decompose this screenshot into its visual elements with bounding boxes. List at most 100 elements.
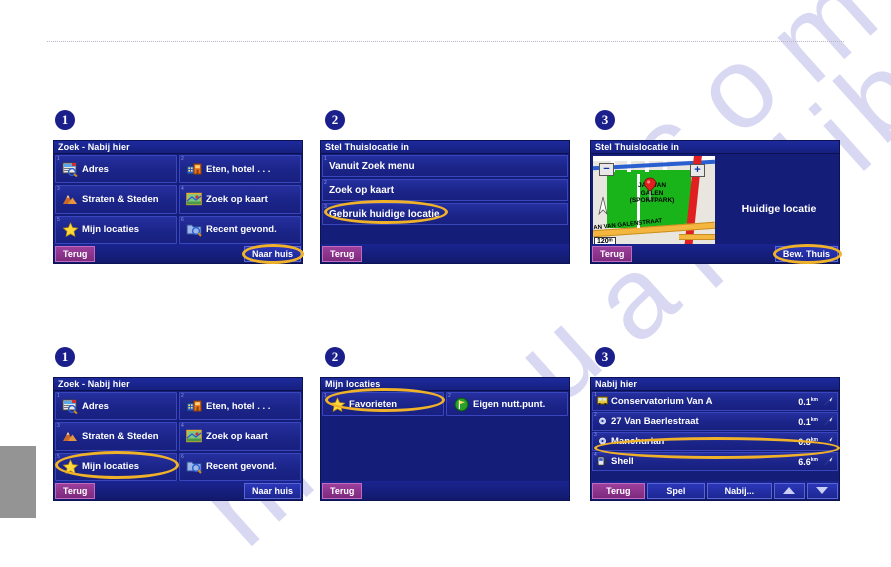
map-search-icon	[186, 429, 203, 444]
poi-name: Shell	[611, 456, 634, 467]
poi-list-item[interactable]: 3 Manchurian 0.8km	[592, 432, 838, 451]
bottom-button-bar: Terug Bew. Thuis	[591, 244, 839, 263]
menu-item-label: Mijn locaties	[82, 224, 140, 236]
save-home-button[interactable]: Bew. Thuis	[774, 245, 838, 262]
zoom-in-button[interactable]: +	[690, 164, 705, 177]
menu-item-eten-hotel[interactable]: 2 Eten, hotel . . .	[179, 155, 301, 184]
screen-title: Zoek - Nabij hier	[58, 379, 130, 389]
menu-item-label: Straten & Steden	[82, 430, 159, 442]
dot-icon	[596, 416, 608, 428]
bus-icon	[596, 396, 608, 408]
step-marker-2: 2	[325, 110, 345, 130]
map-search-icon	[186, 192, 203, 207]
fuel-icon	[596, 456, 608, 468]
poi-distance: 6.6km	[798, 456, 818, 467]
menu-item-label: Eigen nutt.punt.	[473, 398, 546, 410]
step-marker-2-b: 2	[325, 347, 345, 367]
step-marker-3-b: 3	[595, 347, 615, 367]
menu-grid: 1 Favorieten 2 Eigen nutt.punt.	[321, 391, 569, 481]
back-button[interactable]: Terug	[55, 245, 96, 262]
menu-item-mijn-locaties[interactable]: 5 Mijn locaties	[55, 215, 177, 244]
item-index: 6	[181, 216, 184, 223]
item-index: 4	[181, 186, 184, 193]
near-button[interactable]: Nabij...	[707, 482, 772, 499]
back-button[interactable]: Terug	[322, 245, 363, 262]
menu-grid: 1 Adres 2 Eten, hotel . . . 3 Straten & …	[54, 391, 302, 481]
north-arrow-icon	[597, 196, 609, 216]
menu-item-favorieten[interactable]: 1 Favorieten	[322, 392, 444, 416]
screen-title-bar: Stel Thuislocatie in	[591, 141, 839, 154]
scroll-up-button[interactable]	[773, 482, 805, 499]
recent-folder-icon	[186, 459, 203, 475]
map-view[interactable]: − + JAN VAN GALEN (SPORTPARK) JAN VAN GA…	[593, 156, 715, 249]
map-main-road	[679, 234, 715, 240]
chevron-up-icon	[783, 487, 796, 494]
screen-stel-thuislocatie-in-menu: Stel Thuislocatie in 1 Vanuit Zoek menu …	[320, 140, 570, 264]
spell-button[interactable]: Spel	[646, 482, 706, 499]
screen-stel-thuislocatie-in-map: Stel Thuislocatie in − + JAN VAN GALEN (…	[590, 140, 840, 264]
back-button[interactable]: Terug	[322, 482, 363, 499]
poi-list-item[interactable]: 2 27 Van Baerlestraat 0.1km	[592, 412, 838, 431]
menu-item-recent-gevonden[interactable]: 6 Recent gevond.	[179, 452, 301, 481]
mountains-icon	[62, 429, 79, 444]
direction-arrow-icon	[821, 454, 835, 469]
back-button[interactable]: Terug	[592, 245, 633, 262]
food-hotel-icon	[186, 399, 203, 414]
item-index: 5	[57, 216, 60, 223]
menu-item-label: Adres	[82, 400, 109, 412]
poi-list-item[interactable]: 4 Shell 6.6km	[592, 452, 838, 471]
menu-list: 1 Vanuit Zoek menu 2 Zoek op kaart 3 Geb…	[321, 154, 569, 244]
header-divider	[47, 41, 844, 43]
item-index: 5	[57, 453, 60, 460]
screen-title: Nabij hier	[595, 379, 638, 389]
poi-distance: 0.8km	[798, 436, 818, 447]
dot-icon	[596, 436, 608, 448]
menu-item-straten-steden[interactable]: 3 Straten & Steden	[55, 422, 177, 451]
step-marker-1: 1	[55, 110, 75, 130]
menu-item-label: Zoek op kaart	[206, 430, 268, 442]
menu-item-label: Straten & Steden	[82, 193, 159, 205]
direction-arrow-icon	[821, 434, 835, 449]
menu-item-label: Gebruik huidige locatie	[329, 208, 440, 220]
step-marker-3: 3	[595, 110, 615, 130]
menu-item-zoek-op-kaart[interactable]: 4 Zoek op kaart	[179, 422, 301, 451]
menu-item-mijn-locaties[interactable]: 5 Mijn locaties	[55, 452, 177, 481]
direction-arrow-icon	[821, 394, 835, 409]
bottom-button-bar: Terug Spel Nabij...	[591, 481, 839, 500]
menu-item-eten-hotel[interactable]: 2 Eten, hotel . . .	[179, 392, 301, 421]
star-icon	[329, 396, 346, 412]
menu-item-label: Recent gevond.	[206, 461, 277, 473]
menu-item-zoek-op-kaart[interactable]: 4 Zoek op kaart	[179, 185, 301, 214]
screen-title: Stel Thuislocatie in	[595, 142, 680, 152]
menu-item-label: Favorieten	[349, 398, 398, 410]
menu-item-vanuit-zoek-menu[interactable]: 1 Vanuit Zoek menu	[322, 155, 568, 177]
screen-title-bar: Nabij hier	[591, 378, 839, 391]
chevron-down-icon	[816, 487, 829, 494]
watermark-glyph: m	[743, 0, 891, 107]
item-index: 1	[57, 156, 60, 162]
menu-item-label: Zoek op kaart	[206, 193, 268, 205]
item-index: 6	[181, 453, 184, 460]
star-icon	[62, 459, 79, 475]
menu-item-recent-gevonden[interactable]: 6 Recent gevond.	[179, 215, 301, 244]
bottom-button-bar: Terug	[321, 481, 569, 500]
zoom-out-button[interactable]: −	[599, 163, 614, 176]
back-button[interactable]: Terug	[592, 482, 645, 499]
menu-item-zoek-op-kaart[interactable]: 2 Zoek op kaart	[322, 179, 568, 201]
item-index: 4	[594, 452, 597, 458]
menu-item-eigen-nutt-punt[interactable]: 2 Eigen nutt.punt.	[446, 392, 568, 416]
scroll-down-button[interactable]	[806, 482, 839, 499]
poi-name: 27 Van Baerlestraat	[611, 416, 699, 427]
green-flag-icon	[453, 397, 470, 412]
back-button[interactable]: Terug	[55, 482, 96, 499]
menu-item-gebruik-huidige-locatie[interactable]: 3 Gebruik huidige locatie	[322, 203, 568, 225]
menu-item-label: Mijn locaties	[82, 461, 140, 473]
menu-item-straten-steden[interactable]: 3 Straten & Steden	[55, 185, 177, 214]
go-home-button[interactable]: Naar huis	[243, 245, 301, 262]
poi-list-item[interactable]: 1 Conservatorium Van A 0.1km	[592, 392, 838, 411]
menu-item-adres[interactable]: 1 Adres	[55, 392, 177, 421]
go-home-button[interactable]: Naar huis	[243, 482, 301, 499]
screen-title: Stel Thuislocatie in	[325, 142, 410, 152]
menu-item-adres[interactable]: 1 Adres	[55, 155, 177, 184]
address-card-icon	[62, 399, 79, 414]
